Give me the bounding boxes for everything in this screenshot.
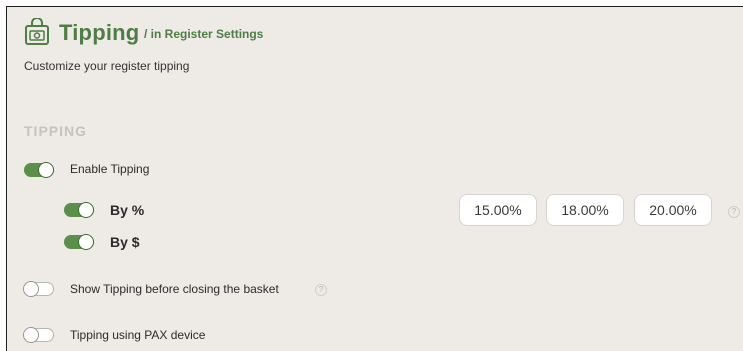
help-icon[interactable]: ?: [315, 284, 327, 296]
enable-tipping-label: Enable Tipping: [70, 162, 150, 176]
by-percent-toggle[interactable]: [64, 202, 94, 218]
tip-percentage-1[interactable]: 15.00%: [459, 194, 537, 226]
toggle-knob: [78, 202, 94, 218]
register-bag-icon: [25, 18, 49, 45]
help-icon[interactable]: ?: [728, 206, 740, 218]
page-subtitle: Customize your register tipping: [24, 59, 190, 73]
toggle-knob: [78, 234, 94, 250]
toggle-knob: [38, 162, 54, 178]
enable-tipping-toggle[interactable]: [24, 162, 54, 178]
page-title: Tipping: [59, 20, 140, 45]
show-tipping-before-closing-label: Show Tipping before closing the basket: [70, 282, 279, 296]
show-tipping-before-closing-toggle[interactable]: [23, 281, 54, 297]
breadcrumb[interactable]: / in Register Settings: [144, 27, 263, 41]
pax-device-toggle[interactable]: [23, 327, 54, 343]
by-dollar-toggle[interactable]: [64, 234, 94, 250]
toggle-knob: [23, 281, 39, 297]
section-heading-tipping: TIPPING: [24, 123, 88, 139]
tip-percentage-3[interactable]: 20.00%: [634, 194, 712, 226]
toggle-knob: [23, 327, 39, 343]
by-percent-label: By %: [110, 202, 145, 218]
pax-device-label: Tipping using PAX device: [70, 328, 206, 342]
settings-panel: Tipping / in Register Settings Customize…: [6, 6, 743, 351]
tip-percentage-2[interactable]: 18.00%: [546, 194, 624, 226]
by-dollar-label: By $: [110, 234, 140, 250]
